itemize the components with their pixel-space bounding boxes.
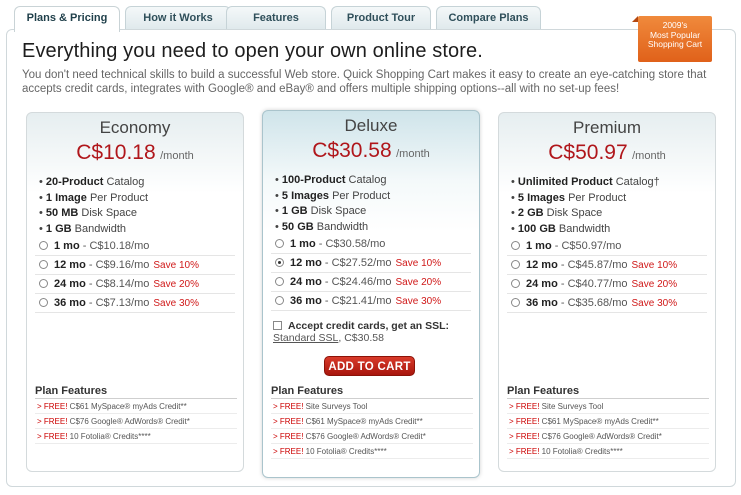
plan-feature-list: 100-Product Catalog 5 Images Per Product…	[275, 173, 390, 235]
list-item: 2 GB Disk Space	[511, 206, 660, 222]
term-options: 1 mo - C$50.97/mo 12 mo - C$45.87/mo Save…	[507, 237, 707, 313]
plan-features-section: Plan Features > FREE! Site Surveys Tool …	[271, 385, 473, 459]
price-period: /month	[396, 148, 430, 160]
plan-price: C$50.97 /month	[499, 141, 715, 165]
term-option-24mo[interactable]: 24 mo - C$8.14/mo Save 20%	[35, 275, 235, 294]
plan-feature-list: 20-Product Catalog 1 Image Per Product 5…	[39, 175, 148, 237]
list-item[interactable]: > FREE! 10 Fotolia® Credits****	[507, 444, 709, 459]
term-option-24mo[interactable]: 24 mo - C$40.77/mo Save 20%	[507, 275, 707, 294]
radio-button-selected[interactable]	[275, 258, 284, 267]
term-option-1mo[interactable]: 1 mo - C$50.97/mo	[507, 237, 707, 256]
list-item[interactable]: > FREE! C$76 Google® AdWords® Credit*	[35, 414, 237, 429]
list-item: 20-Product Catalog	[39, 175, 148, 191]
radio-button[interactable]	[275, 277, 284, 286]
ssl-price: , C$30.58	[338, 332, 384, 344]
plan-price: C$30.58 /month	[263, 139, 479, 163]
list-item: 5 Images Per Product	[511, 191, 660, 207]
radio-button[interactable]	[511, 241, 520, 250]
tab-plans-pricing[interactable]: Plans & Pricing	[14, 6, 120, 32]
radio-button[interactable]	[511, 298, 520, 307]
page-headline: Everything you need to open your own onl…	[22, 40, 483, 62]
intro-text: You don't need technical skills to build…	[22, 69, 707, 95]
radio-button[interactable]	[39, 279, 48, 288]
list-item[interactable]: > FREE! C$76 Google® AdWords® Credit*	[507, 429, 709, 444]
list-item: 100-Product Catalog	[275, 173, 390, 189]
list-item[interactable]: > FREE! Site Surveys Tool	[271, 399, 473, 414]
plan-price: C$10.18 /month	[27, 141, 243, 165]
term-option-36mo[interactable]: 36 mo - C$21.41/mo Save 30%	[271, 292, 471, 311]
price-amount: C$10.18	[76, 141, 156, 164]
plan-card-deluxe: Deluxe C$30.58 /month 100-Product Catalo…	[262, 110, 480, 478]
price-amount: C$50.97	[548, 141, 628, 164]
term-options: 1 mo - C$10.18/mo 12 mo - C$9.16/mo Save …	[35, 237, 235, 313]
list-item: 50 MB Disk Space	[39, 206, 148, 222]
price-amount: C$30.58	[312, 139, 392, 162]
plan-card-premium: Premium C$50.97 /month Unlimited Product…	[498, 112, 716, 472]
term-option-12mo[interactable]: 12 mo - C$45.87/mo Save 10%	[507, 256, 707, 275]
term-option-24mo[interactable]: 24 mo - C$24.46/mo Save 20%	[271, 273, 471, 292]
list-item[interactable]: > FREE! 10 Fotolia® Credits****	[35, 429, 237, 444]
list-item: 50 GB Bandwidth	[275, 220, 390, 236]
plan-card-economy: Economy C$10.18 /month 20-Product Catalo…	[26, 112, 244, 472]
tab-how-it-works[interactable]: How it Works	[125, 6, 231, 30]
standard-ssl-link[interactable]: Standard SSL	[273, 332, 338, 344]
term-option-12mo[interactable]: 12 mo - C$9.16/mo Save 10%	[35, 256, 235, 275]
list-item[interactable]: > FREE! 10 Fotolia® Credits****	[271, 444, 473, 459]
list-item: 1 GB Bandwidth	[39, 222, 148, 238]
price-period: /month	[632, 150, 666, 162]
term-option-36mo[interactable]: 36 mo - C$7.13/mo Save 30%	[35, 294, 235, 313]
list-item: 1 GB Disk Space	[275, 204, 390, 220]
radio-button[interactable]	[511, 279, 520, 288]
radio-button[interactable]	[39, 260, 48, 269]
ssl-option: Accept credit cards, get an SSL: Standar…	[273, 320, 473, 344]
plan-features-title: Plan Features	[35, 385, 237, 399]
list-item: 100 GB Bandwidth	[511, 222, 660, 238]
ssl-label: Accept credit cards, get an SSL:	[288, 320, 450, 332]
badge-line-3: Shopping Cart	[647, 39, 703, 49]
radio-button[interactable]	[39, 298, 48, 307]
list-item: 5 Images Per Product	[275, 189, 390, 205]
radio-button[interactable]	[511, 260, 520, 269]
term-option-12mo[interactable]: 12 mo - C$27.52/mo Save 10%	[271, 254, 471, 273]
term-options: 1 mo - C$30.58/mo 12 mo - C$27.52/mo Save…	[271, 235, 471, 311]
plan-features-title: Plan Features	[507, 385, 709, 399]
plan-name: Deluxe	[344, 116, 398, 135]
radio-button[interactable]	[275, 239, 284, 248]
radio-button[interactable]	[39, 241, 48, 250]
list-item[interactable]: > FREE! Site Surveys Tool	[507, 399, 709, 414]
tab-product-tour[interactable]: Product Tour	[331, 6, 431, 30]
plan-features-title: Plan Features	[271, 385, 473, 399]
plan-features-section: Plan Features > FREE! Site Surveys Tool …	[507, 385, 709, 459]
term-option-1mo[interactable]: 1 mo - C$10.18/mo	[35, 237, 235, 256]
term-option-36mo[interactable]: 36 mo - C$35.68/mo Save 30%	[507, 294, 707, 313]
list-item[interactable]: > FREE! C$76 Google® AdWords® Credit*	[271, 429, 473, 444]
tab-compare-plans[interactable]: Compare Plans	[436, 6, 541, 30]
list-item: Unlimited Product Catalog†	[511, 175, 660, 191]
plan-feature-list: Unlimited Product Catalog† 5 Images Per …	[511, 175, 660, 237]
tab-features[interactable]: Features	[226, 6, 326, 30]
price-period: /month	[160, 150, 194, 162]
ssl-checkbox[interactable]	[273, 321, 282, 330]
plan-features-section: Plan Features > FREE! C$61 MySpace® myAd…	[35, 385, 237, 444]
most-popular-badge: 2009's Most Popular Shopping Cart	[632, 16, 712, 62]
plan-name: Economy	[99, 118, 171, 137]
plan-name: Premium	[572, 118, 641, 137]
list-item[interactable]: > FREE! C$61 MySpace® myAds Credit**	[271, 414, 473, 429]
list-item[interactable]: > FREE! C$61 MySpace® myAds Credit**	[35, 399, 237, 414]
list-item: 1 Image Per Product	[39, 191, 148, 207]
radio-button[interactable]	[275, 296, 284, 305]
list-item[interactable]: > FREE! C$61 MySpace® myAds Credit**	[507, 414, 709, 429]
term-option-1mo[interactable]: 1 mo - C$30.58/mo	[271, 235, 471, 254]
add-to-cart-button[interactable]: ADD TO CART	[324, 356, 415, 376]
